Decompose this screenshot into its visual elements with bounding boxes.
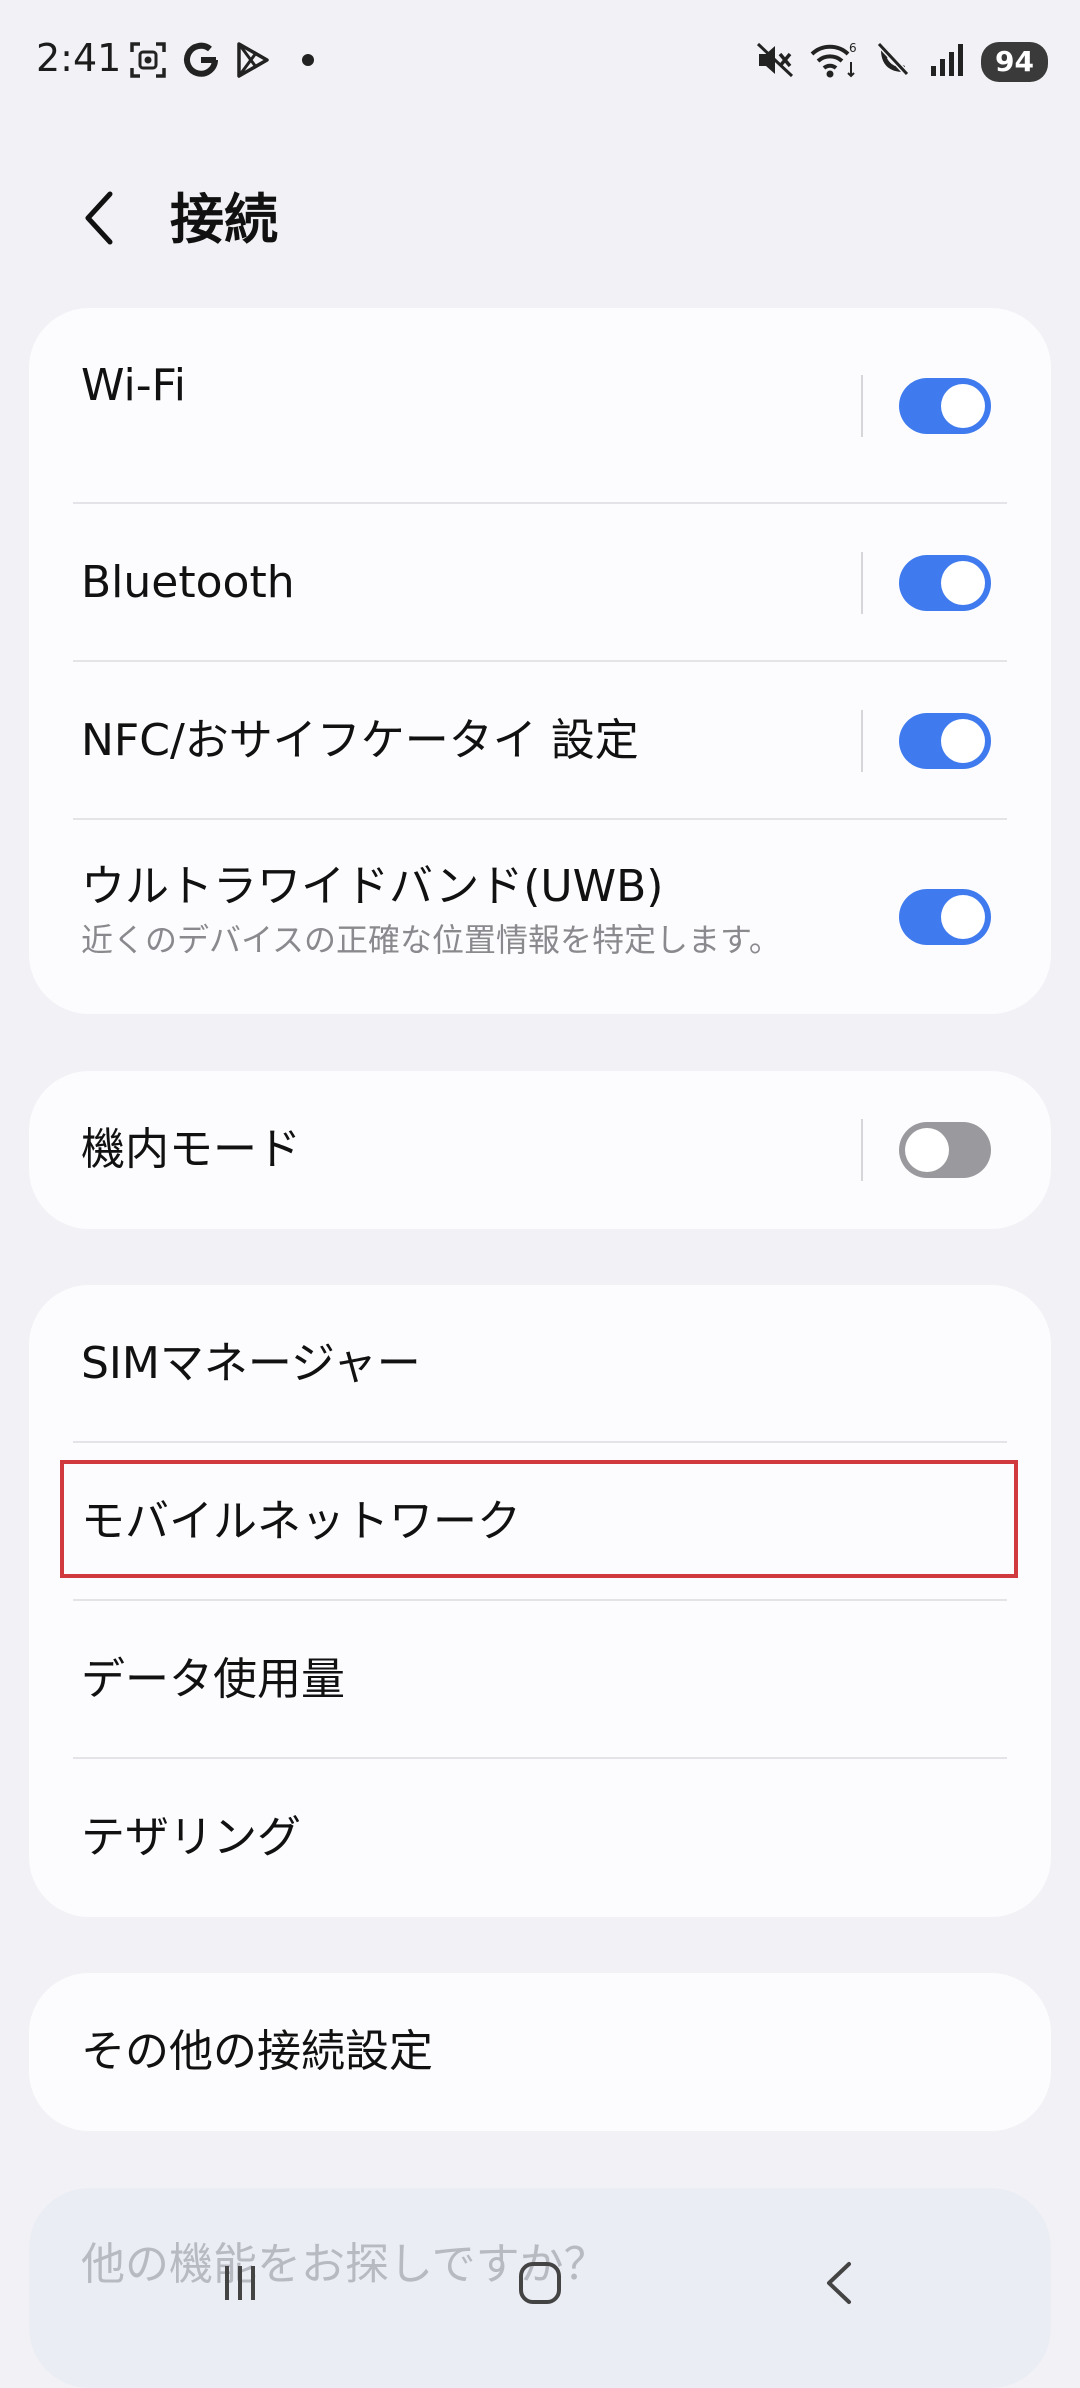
more-settings-card: その他の接続設定 bbox=[29, 1973, 1051, 2131]
back-icon bbox=[815, 2258, 865, 2312]
tethering-row[interactable]: テザリング bbox=[29, 1759, 1051, 1917]
connections-card: Wi-Fi Bluetooth NFC/おサイフケータイ 設定 ウルトラワイドバ… bbox=[29, 308, 1051, 1014]
wifi-icon: 6 bbox=[809, 40, 859, 84]
uwb-description: 近くのデバイスの正確な位置情報を特定します。 bbox=[81, 921, 781, 959]
page-title: 接続 bbox=[170, 188, 278, 251]
play-store-icon bbox=[234, 40, 272, 84]
row-separator bbox=[861, 375, 863, 437]
google-icon bbox=[182, 40, 220, 84]
recents-icon bbox=[215, 2258, 265, 2312]
wifi-row[interactable]: Wi-Fi bbox=[29, 308, 1051, 504]
home-icon bbox=[515, 2258, 565, 2312]
tethering-label: テザリング bbox=[81, 1812, 301, 1863]
uwb-toggle[interactable] bbox=[899, 889, 991, 945]
call-off-icon bbox=[873, 40, 913, 84]
nfc-row[interactable]: NFC/おサイフケータイ 設定 bbox=[29, 662, 1051, 820]
airplane-card: 機内モード bbox=[29, 1071, 1051, 1229]
header: 接続 bbox=[0, 160, 1080, 280]
nfc-toggle[interactable] bbox=[899, 713, 991, 769]
row-separator bbox=[861, 710, 863, 772]
svg-text:6: 6 bbox=[849, 41, 857, 55]
status-right-icons: 6 94 bbox=[755, 40, 1048, 84]
nav-back-button[interactable] bbox=[800, 2250, 880, 2320]
data-usage-row[interactable]: データ使用量 bbox=[29, 1601, 1051, 1759]
home-button[interactable] bbox=[500, 2250, 580, 2320]
network-card: SIMマネージャー モバイルネットワーク データ使用量 テザリング bbox=[29, 1285, 1051, 1917]
nfc-label: NFC/おサイフケータイ 設定 bbox=[81, 715, 639, 766]
status-left-icons bbox=[128, 40, 326, 84]
uwb-row[interactable]: ウルトラワイドバンド(UWB) 近くのデバイスの正確な位置情報を特定します。 bbox=[29, 820, 1051, 1014]
row-separator bbox=[861, 552, 863, 614]
chevron-left-icon bbox=[80, 188, 120, 252]
sim-manager-row[interactable]: SIMマネージャー bbox=[29, 1285, 1051, 1443]
bluetooth-label: Bluetooth bbox=[81, 557, 295, 608]
airplane-mode-toggle[interactable] bbox=[899, 1122, 991, 1178]
wifi-label: Wi-Fi bbox=[81, 360, 186, 411]
row-separator bbox=[861, 1119, 863, 1181]
highlight-box bbox=[60, 1460, 1018, 1578]
uwb-label: ウルトラワイドバンド(UWB) bbox=[81, 861, 664, 912]
dot-icon bbox=[286, 40, 326, 84]
status-time: 2:41 bbox=[36, 36, 122, 80]
sim-manager-label: SIMマネージャー bbox=[81, 1338, 421, 1389]
bluetooth-toggle[interactable] bbox=[899, 555, 991, 611]
navigation-bar bbox=[0, 2210, 1080, 2340]
more-connection-settings-row[interactable]: その他の接続設定 bbox=[29, 1973, 1051, 2131]
back-button[interactable] bbox=[70, 188, 130, 252]
mute-icon bbox=[755, 40, 795, 84]
signal-icon bbox=[927, 40, 967, 84]
airplane-mode-label: 機内モード bbox=[81, 1124, 301, 1175]
status-bar: 2:41 6 94 bbox=[0, 0, 1080, 120]
battery-level: 94 bbox=[981, 42, 1048, 82]
wifi-toggle[interactable] bbox=[899, 378, 991, 434]
airplane-mode-row[interactable]: 機内モード bbox=[29, 1071, 1051, 1229]
screenshot-icon bbox=[128, 40, 168, 84]
data-usage-label: データ使用量 bbox=[81, 1654, 345, 1705]
recents-button[interactable] bbox=[200, 2250, 280, 2320]
more-connection-settings-label: その他の接続設定 bbox=[81, 2026, 433, 2077]
bluetooth-row[interactable]: Bluetooth bbox=[29, 504, 1051, 662]
